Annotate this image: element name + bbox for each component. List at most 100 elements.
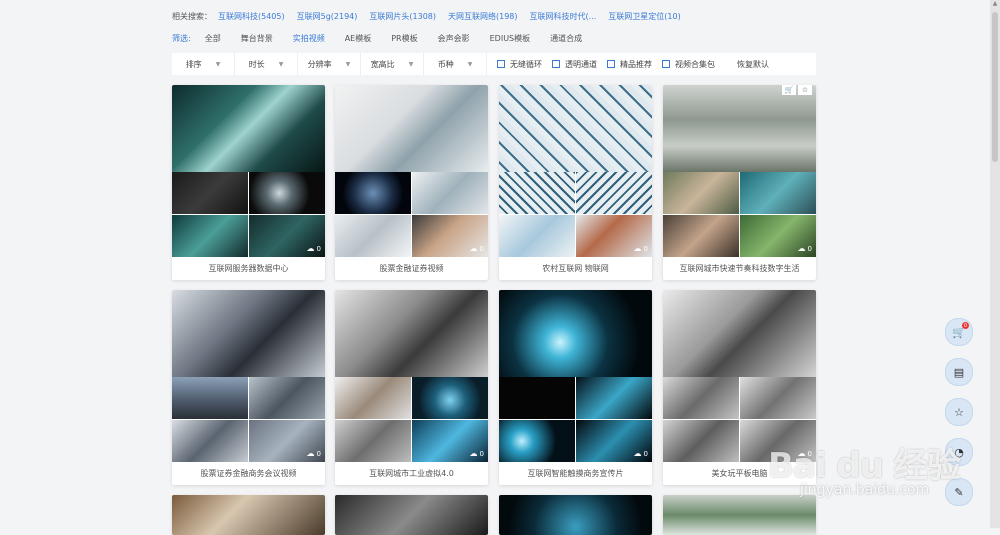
checkbox-label: 视频合集包 bbox=[675, 59, 715, 69]
featured-checkbox[interactable]: 精品推荐 bbox=[607, 59, 652, 70]
chevron-down-icon: ▼ bbox=[467, 60, 473, 68]
seamless-loop-checkbox[interactable]: 无缝循环 bbox=[497, 59, 542, 70]
checkbox-box bbox=[607, 60, 615, 68]
filter-edius-template[interactable]: EDIUS模板 bbox=[490, 33, 531, 44]
download-count: ☁ 0 bbox=[307, 449, 321, 458]
video-thumbnail[interactable]: ☁ 0 bbox=[172, 85, 325, 257]
checkbox-box bbox=[497, 60, 505, 68]
baidu-watermark: Bai du 经验 jingyan.baidu.com bbox=[760, 420, 990, 520]
video-card[interactable]: ☁ 0 农村互联网 物联网 bbox=[499, 85, 652, 280]
download-count-value: 0 bbox=[479, 244, 484, 253]
video-thumbnail[interactable]: ☁ 0 bbox=[335, 85, 488, 257]
video-card[interactable]: ☁ 0 互联网服务器数据中心 bbox=[172, 85, 325, 280]
duration-dropdown[interactable]: 时长 ▼ bbox=[235, 53, 298, 75]
cloud-download-icon: ☁ bbox=[306, 449, 315, 458]
watermark-logo: Bai du 经验 bbox=[768, 446, 961, 486]
video-caption[interactable]: 农村互联网 物联网 bbox=[499, 257, 652, 280]
video-card[interactable]: ☁ 0 互联网智能触摸商务宣传片 bbox=[499, 290, 652, 485]
cloud-download-icon: ☁ bbox=[633, 244, 642, 253]
filter-ae-template[interactable]: AE模板 bbox=[345, 33, 372, 44]
related-link[interactable]: 天网互联网络(198) bbox=[448, 11, 518, 22]
video-card[interactable] bbox=[335, 495, 488, 535]
star-icon[interactable]: ☆ bbox=[798, 85, 812, 95]
cloud-download-icon: ☁ bbox=[469, 449, 478, 458]
scrollbar-thumb[interactable] bbox=[992, 12, 998, 162]
chevron-down-icon: ▼ bbox=[408, 60, 414, 68]
filter-pr-template[interactable]: PR模板 bbox=[391, 33, 417, 44]
video-caption[interactable]: 股票证券金融商务会议视频 bbox=[172, 462, 325, 485]
sort-dropdown-label: 排序 bbox=[185, 59, 202, 69]
video-caption[interactable]: 股票金融证券视频 bbox=[335, 257, 488, 280]
filter-label: 筛选: bbox=[172, 33, 191, 43]
video-card[interactable]: ☁ 0 股票金融证券视频 bbox=[335, 85, 488, 280]
download-count: ☁ 0 bbox=[470, 449, 484, 458]
resolution-dropdown[interactable]: 分辨率 ▼ bbox=[298, 53, 361, 75]
video-thumbnail[interactable]: ☁ 0 bbox=[499, 85, 652, 257]
video-thumbnail[interactable]: ☁ 0 bbox=[499, 290, 652, 462]
related-link[interactable]: 互联网5g(2194) bbox=[297, 11, 358, 22]
related-link[interactable]: 互联网片头(1308) bbox=[369, 11, 436, 22]
download-count: ☁ 0 bbox=[634, 244, 648, 253]
download-count-value: 0 bbox=[807, 244, 812, 253]
cart-badge: 0 bbox=[962, 322, 969, 329]
checkbox-label: 无缝循环 bbox=[510, 59, 542, 69]
scrollbar[interactable]: ▲ bbox=[990, 0, 1000, 528]
resolution-dropdown-label: 分辨率 bbox=[307, 59, 332, 69]
chevron-down-icon: ▼ bbox=[278, 60, 284, 68]
video-caption[interactable]: 互联网智能触摸商务宣传片 bbox=[499, 462, 652, 485]
video-thumbnail[interactable] bbox=[172, 495, 325, 535]
filter-all[interactable]: 全部 bbox=[205, 33, 221, 44]
download-count: ☁ 0 bbox=[798, 244, 812, 253]
aspect-ratio-dropdown-label: 宽高比 bbox=[370, 59, 395, 69]
video-bundle-checkbox[interactable]: 视频合集包 bbox=[662, 59, 715, 70]
aspect-ratio-dropdown[interactable]: 宽高比 ▼ bbox=[361, 53, 424, 75]
video-card[interactable]: 🛒 ☆ ☁ 0 互联网城市快速节奏科技数字生活 bbox=[663, 85, 816, 280]
video-thumbnail[interactable] bbox=[335, 495, 488, 535]
checkbox-label: 透明通道 bbox=[565, 59, 597, 69]
video-card[interactable]: ☁ 0 互联网城市工业虚拟4.0 bbox=[335, 290, 488, 485]
download-count: ☁ 0 bbox=[470, 244, 484, 253]
video-card[interactable] bbox=[499, 495, 652, 535]
video-thumbnail[interactable]: ☁ 0 bbox=[172, 290, 325, 462]
sort-bar: 排序 ▼ 时长 ▼ 分辨率 ▼ 宽高比 ▼ 币种 ▼ 无缝循环 透明通道 精品推荐 视频合… bbox=[172, 53, 816, 75]
download-count-value: 0 bbox=[316, 449, 321, 458]
video-caption[interactable]: 互联网城市快速节奏科技数字生活 bbox=[663, 257, 816, 280]
alpha-channel-checkbox[interactable]: 透明通道 bbox=[552, 59, 597, 70]
related-link[interactable]: 互联网卫星定位(10) bbox=[608, 11, 680, 22]
sort-dropdown[interactable]: 排序 ▼ bbox=[172, 53, 235, 75]
download-count-value: 0 bbox=[316, 244, 321, 253]
scroll-up-icon[interactable]: ▲ bbox=[990, 0, 1000, 10]
cloud-download-icon: ☁ bbox=[633, 449, 642, 458]
download-count-value: 0 bbox=[643, 244, 648, 253]
currency-dropdown[interactable]: 币种 ▼ bbox=[424, 53, 487, 75]
cloud-download-icon: ☁ bbox=[306, 244, 315, 253]
checkbox-box bbox=[662, 60, 670, 68]
video-caption[interactable]: 互联网服务器数据中心 bbox=[172, 257, 325, 280]
cart-icon[interactable]: 🛒 bbox=[782, 85, 796, 95]
star-icon: ☆ bbox=[954, 405, 964, 419]
download-count-value: 0 bbox=[479, 449, 484, 458]
filter-channel-composite[interactable]: 通道合成 bbox=[550, 33, 582, 44]
video-card[interactable] bbox=[172, 495, 325, 535]
watermark-url: jingyan.baidu.com bbox=[800, 482, 930, 498]
related-link[interactable]: 互联网科技时代(... bbox=[530, 11, 597, 22]
video-thumbnail[interactable] bbox=[499, 495, 652, 535]
chevron-down-icon: ▼ bbox=[345, 60, 351, 68]
cloud-download-icon: ☁ bbox=[797, 244, 806, 253]
filter-live-video[interactable]: 实拍视频 bbox=[293, 33, 325, 44]
duration-dropdown-label: 时长 bbox=[248, 59, 265, 69]
video-caption[interactable]: 互联网城市工业虚拟4.0 bbox=[335, 462, 488, 485]
checkbox-box bbox=[552, 60, 560, 68]
video-thumbnail[interactable]: 🛒 ☆ ☁ 0 bbox=[663, 85, 816, 257]
filter-stage-bg[interactable]: 舞台背景 bbox=[241, 33, 273, 44]
filter-huisheng[interactable]: 会声会影 bbox=[438, 33, 470, 44]
related-link[interactable]: 互联网科技(5405) bbox=[218, 11, 285, 22]
video-thumbnail[interactable]: ☁ 0 bbox=[335, 290, 488, 462]
related-search: 相关搜索： 互联网科技(5405) 互联网5g(2194) 互联网片头(1308… bbox=[172, 10, 693, 22]
reset-button[interactable]: 恢复默认 bbox=[737, 59, 769, 70]
cloud-download-icon: ☁ bbox=[469, 244, 478, 253]
cart-button[interactable]: 🛒 0 bbox=[945, 318, 973, 346]
video-card[interactable]: ☁ 0 股票证券金融商务会议视频 bbox=[172, 290, 325, 485]
document-button[interactable]: ▤ bbox=[945, 358, 973, 386]
download-count: ☁ 0 bbox=[307, 244, 321, 253]
